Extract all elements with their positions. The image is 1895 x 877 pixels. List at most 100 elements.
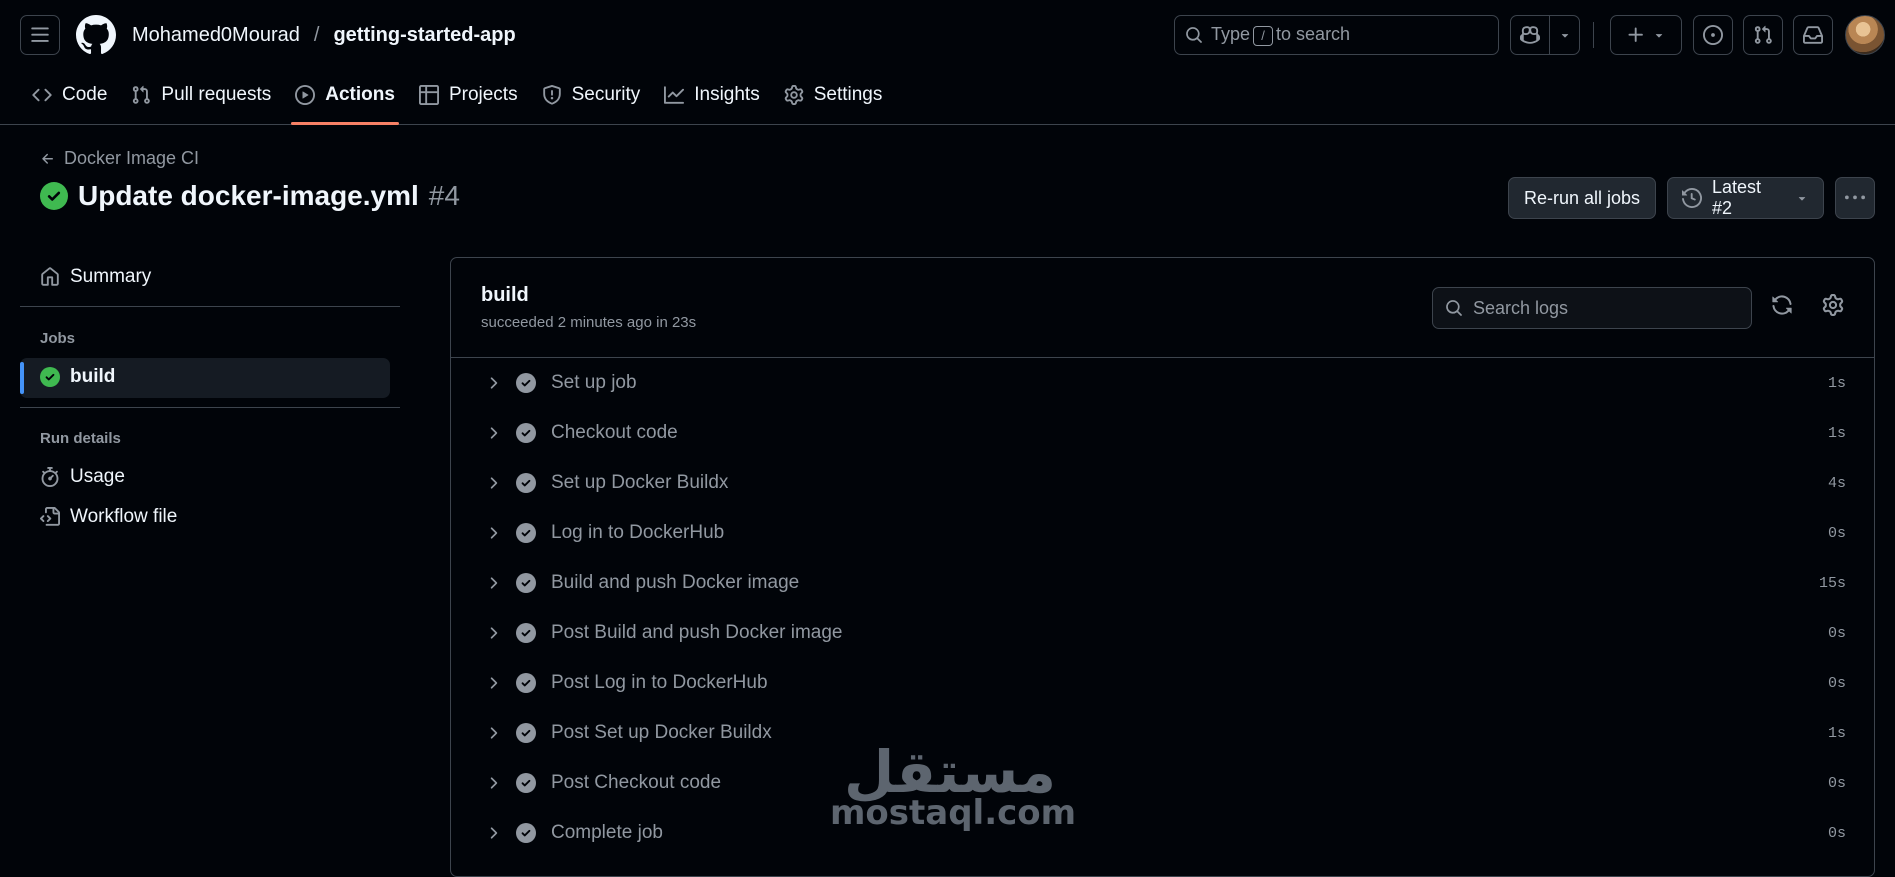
job-step[interactable]: Log in to DockerHub 0s	[451, 508, 1874, 558]
tab-label: Actions	[325, 84, 395, 105]
step-duration: 1s	[1827, 724, 1846, 742]
shield-icon	[542, 85, 562, 105]
refresh-button[interactable]	[1771, 294, 1793, 316]
sidebar-item-label: Usage	[70, 466, 125, 487]
github-logo-icon[interactable]	[76, 15, 116, 55]
step-duration: 1s	[1827, 374, 1846, 392]
sidebar-item-label: build	[70, 366, 116, 387]
chevron-right-icon	[484, 824, 502, 842]
user-avatar[interactable]	[1845, 15, 1885, 55]
job-name: build	[481, 284, 529, 306]
repo-name-link[interactable]: getting-started-app	[333, 22, 515, 48]
gear-icon	[784, 85, 804, 105]
code-icon	[32, 85, 52, 105]
chevron-right-icon	[484, 724, 502, 742]
log-settings-button[interactable]	[1822, 294, 1844, 316]
job-step[interactable]: Post Log in to DockerHub 0s	[451, 658, 1874, 708]
triangle-down-icon	[1652, 16, 1666, 54]
sidebar-item-build[interactable]: build	[20, 366, 115, 388]
chevron-right-icon	[484, 374, 502, 392]
job-step[interactable]: Build and push Docker image 15s	[451, 558, 1874, 608]
job-step[interactable]: Set up Docker Buildx 4s	[451, 458, 1874, 508]
top-bar: Mohamed0Mourad / getting-started-app Typ…	[0, 0, 1895, 70]
tab-label: Security	[571, 84, 641, 105]
job-step[interactable]: Post Build and push Docker image 0s	[451, 608, 1874, 658]
plus-icon	[1626, 16, 1646, 54]
job-step[interactable]: Post Checkout code 0s	[451, 758, 1874, 808]
sidebar-item-label: Workflow file	[70, 506, 178, 527]
run-number: #4	[428, 180, 460, 211]
history-icon	[1682, 188, 1702, 208]
create-new-button[interactable]	[1610, 15, 1682, 55]
sidebar-divider	[20, 407, 400, 408]
job-step[interactable]: Set up job 1s	[451, 358, 1874, 408]
check-circle-fill-icon	[516, 723, 536, 743]
attempt-select-button[interactable]: Latest #2	[1667, 177, 1824, 219]
back-to-workflow-link[interactable]: Docker Image CI	[40, 148, 199, 169]
copilot-dropdown-button[interactable]	[1550, 16, 1579, 54]
chevron-right-icon	[484, 424, 502, 442]
rerun-all-jobs-button[interactable]: Re-run all jobs	[1508, 177, 1656, 219]
search-suffix: to search	[1276, 24, 1351, 45]
jobs-heading: Jobs	[40, 330, 76, 347]
sidebar-item-workflow-file[interactable]: Workflow file	[20, 506, 177, 528]
check-circle-fill-icon	[516, 523, 536, 543]
job-step[interactable]: Checkout code 1s	[451, 408, 1874, 458]
tab-pull-requests[interactable]: Pull requests	[119, 74, 283, 116]
gear-icon	[1822, 294, 1844, 316]
check-circle-fill-icon	[40, 182, 68, 210]
breadcrumb-separator: /	[313, 24, 320, 46]
job-step[interactable]: Post Set up Docker Buildx 1s	[451, 708, 1874, 758]
copilot-button[interactable]	[1511, 16, 1551, 54]
check-circle-fill-icon	[516, 773, 536, 793]
search-prefix: Type	[1211, 24, 1251, 45]
search-logs-input[interactable]: Search logs	[1432, 287, 1752, 329]
watermark-latin: mostaql.com	[830, 793, 1077, 833]
triangle-down-icon	[1795, 191, 1809, 205]
run-title: Update docker-image.yml	[78, 180, 419, 211]
chevron-right-icon	[484, 524, 502, 542]
sidebar-item-summary[interactable]: Summary	[20, 266, 151, 288]
tab-actions[interactable]: Actions	[283, 74, 407, 125]
step-label: Post Checkout code	[551, 772, 722, 793]
home-icon	[40, 267, 60, 287]
job-header: build succeeded 2 minutes ago in 23s Sea…	[451, 258, 1874, 358]
search-icon	[1185, 26, 1203, 44]
job-status: succeeded 2 minutes ago in 23s	[481, 314, 697, 331]
global-search-input[interactable]: Type / to search	[1174, 15, 1499, 55]
job-log-panel: build succeeded 2 minutes ago in 23s Sea…	[450, 257, 1875, 877]
tab-insights[interactable]: Insights	[652, 74, 771, 116]
file-code-icon	[40, 507, 60, 527]
step-duration: 0s	[1827, 624, 1846, 642]
menu-button[interactable]	[20, 15, 60, 55]
tab-label: Settings	[813, 84, 883, 105]
arrow-left-icon	[40, 151, 56, 167]
repo-owner-link[interactable]: Mohamed0Mourad	[132, 22, 300, 48]
step-duration: 0s	[1827, 674, 1846, 692]
step-duration: 0s	[1827, 524, 1846, 542]
tab-label: Code	[62, 84, 108, 105]
kebab-horizontal-icon	[1845, 188, 1865, 208]
graph-icon	[664, 85, 685, 105]
tab-security[interactable]: Security	[530, 74, 653, 116]
rerun-label: Re-run all jobs	[1523, 187, 1641, 208]
tab-projects[interactable]: Projects	[407, 74, 530, 116]
pull-requests-button[interactable]	[1743, 15, 1783, 55]
more-options-button[interactable]	[1835, 177, 1875, 219]
sidebar-item-usage[interactable]: Usage	[20, 466, 125, 488]
search-logs-placeholder: Search logs	[1473, 297, 1569, 318]
tab-settings[interactable]: Settings	[772, 74, 895, 116]
watermark: مستقل mostaql.com	[830, 740, 1077, 833]
tab-code[interactable]: Code	[20, 74, 119, 116]
step-label: Set up Docker Buildx	[551, 472, 729, 493]
tab-label: Pull requests	[161, 84, 272, 105]
chevron-right-icon	[484, 774, 502, 792]
issues-button[interactable]	[1693, 15, 1733, 55]
issue-opened-icon	[1703, 25, 1723, 45]
check-circle-fill-icon	[516, 673, 536, 693]
inbox-button[interactable]	[1793, 15, 1833, 55]
job-step[interactable]: Complete job 0s	[451, 808, 1874, 858]
stopwatch-icon	[40, 467, 60, 487]
step-duration: 1s	[1827, 424, 1846, 442]
pull-request-icon	[1753, 25, 1773, 45]
